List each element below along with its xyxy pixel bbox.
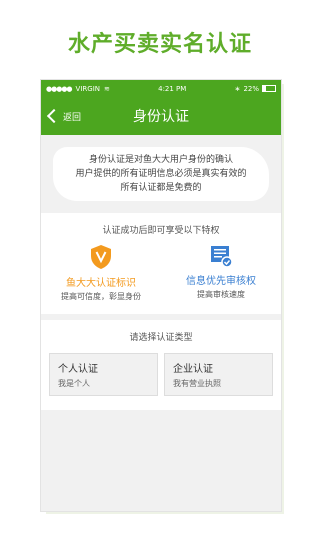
type-subtitle: 我是个人 [58, 379, 90, 388]
perks-title: 认证成功后即可享受以下特权 [102, 226, 220, 236]
back-label: 返回 [63, 112, 82, 123]
perk-name: 鱼大大认证标识 [66, 278, 136, 289]
phone-screen: ●●●●● VIRGIN ≋ 4:21 PM ∗ 22% 返回 身份认证 身份认… [40, 79, 282, 512]
perk-priority-review: 信息优先审核权 提高审核速度 [161, 244, 281, 302]
notice-line-1: 身份认证是对鱼大大用户身份的确认 [88, 155, 233, 165]
perk-name: 信息优先审核权 [186, 276, 256, 287]
enterprise-auth-button[interactable]: 企业认证 我有营业执照 [164, 353, 273, 396]
shield-v-icon [90, 244, 112, 270]
carrier-label: VIRGIN [75, 84, 100, 93]
type-title: 个人认证 [58, 364, 98, 375]
auth-type-title: 请选择认证类型 [129, 333, 193, 343]
promo-title: 水产买卖实名认证 [67, 32, 252, 57]
bluetooth-icon: ∗ [234, 84, 241, 93]
perks-section: 认证成功后即可享受以下特权 鱼大大认证标识 提高可信度，彰显身份 信息优先审核权… [41, 213, 281, 314]
notice-line-3: 所有认证都是免费的 [120, 183, 202, 193]
perk-desc: 提高可信度，彰显身份 [61, 292, 141, 301]
notice-section: 身份认证是对鱼大大用户身份的确认 用户提供的所有证明信息必须是真实有效的 所有认… [41, 135, 281, 207]
status-bar: ●●●●● VIRGIN ≋ 4:21 PM ∗ 22% [41, 80, 281, 97]
nav-bar: 返回 身份认证 [41, 97, 281, 135]
chevron-left-icon [46, 108, 62, 124]
perk-desc: 提高审核速度 [197, 290, 245, 299]
back-button[interactable]: 返回 [46, 108, 82, 124]
clock: 4:21 PM [158, 84, 187, 93]
type-title: 企业认证 [173, 364, 213, 375]
personal-auth-button[interactable]: 个人认证 我是个人 [49, 353, 158, 396]
notice-line-2: 用户提供的所有证明信息必须是真实有效的 [75, 169, 247, 179]
type-subtitle: 我有营业执照 [173, 379, 221, 388]
battery-icon [262, 85, 276, 92]
notice-bubble: 身份认证是对鱼大大用户身份的确认 用户提供的所有证明信息必须是真实有效的 所有认… [53, 147, 269, 201]
wifi-icon: ≋ [104, 84, 110, 93]
battery-percent: 22% [243, 84, 259, 93]
perk-certified-badge: 鱼大大认证标识 提高可信度，彰显身份 [41, 244, 161, 302]
signal-dots-icon: ●●●●● [46, 84, 73, 93]
auth-type-section: 请选择认证类型 个人认证 我是个人 企业认证 我有营业执照 [41, 320, 281, 410]
document-check-icon [209, 244, 233, 268]
